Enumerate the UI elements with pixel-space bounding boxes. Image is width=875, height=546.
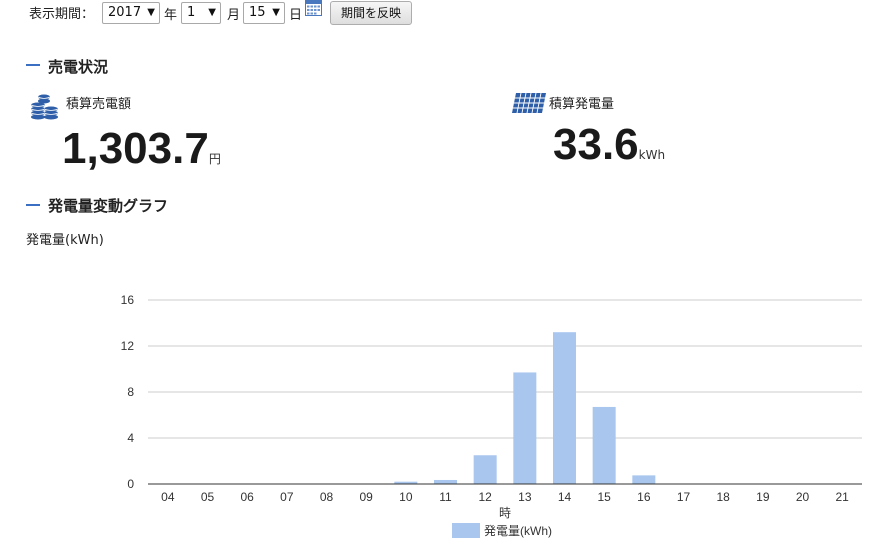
bar-11 xyxy=(434,479,457,484)
y-tick-label: 12 xyxy=(121,339,135,353)
x-tick-label: 19 xyxy=(756,490,770,504)
legend-label: 発電量(kWh) xyxy=(484,524,552,538)
x-tick-label: 09 xyxy=(359,490,373,504)
x-tick-label: 06 xyxy=(240,490,254,504)
bar-13 xyxy=(513,372,537,484)
x-tick-label: 10 xyxy=(399,490,413,504)
bar-14 xyxy=(553,332,576,484)
x-tick-label: 08 xyxy=(320,490,334,504)
x-tick-label: 21 xyxy=(835,490,849,504)
x-tick-label: 04 xyxy=(161,490,175,504)
y-tick-label: 4 xyxy=(127,431,134,445)
x-tick-label: 14 xyxy=(558,490,572,504)
x-tick-label: 20 xyxy=(796,490,810,504)
y-tick-label: 8 xyxy=(127,385,134,399)
y-tick-label: 16 xyxy=(121,293,135,307)
x-tick-label: 13 xyxy=(518,490,532,504)
x-tick-label: 07 xyxy=(280,490,294,504)
x-tick-label: 05 xyxy=(201,490,215,504)
bar-12 xyxy=(473,455,497,484)
x-axis-title: 時 xyxy=(499,506,511,520)
legend-swatch xyxy=(452,523,480,538)
x-tick-label: 18 xyxy=(716,490,730,504)
x-tick-label: 17 xyxy=(677,490,691,504)
generation-bar-chart: 0481216 04 05 06 07 08 09 10 11 12 13 14 15 16 17 18 19… xyxy=(121,293,862,538)
x-tick-label: 12 xyxy=(478,490,492,504)
x-tick-label: 16 xyxy=(637,490,651,504)
x-tick-label: 11 xyxy=(439,490,452,504)
y-tick-label: 0 xyxy=(127,477,134,491)
bar-15 xyxy=(592,406,616,484)
bar-16 xyxy=(632,475,656,484)
x-tick-label: 15 xyxy=(597,490,611,504)
